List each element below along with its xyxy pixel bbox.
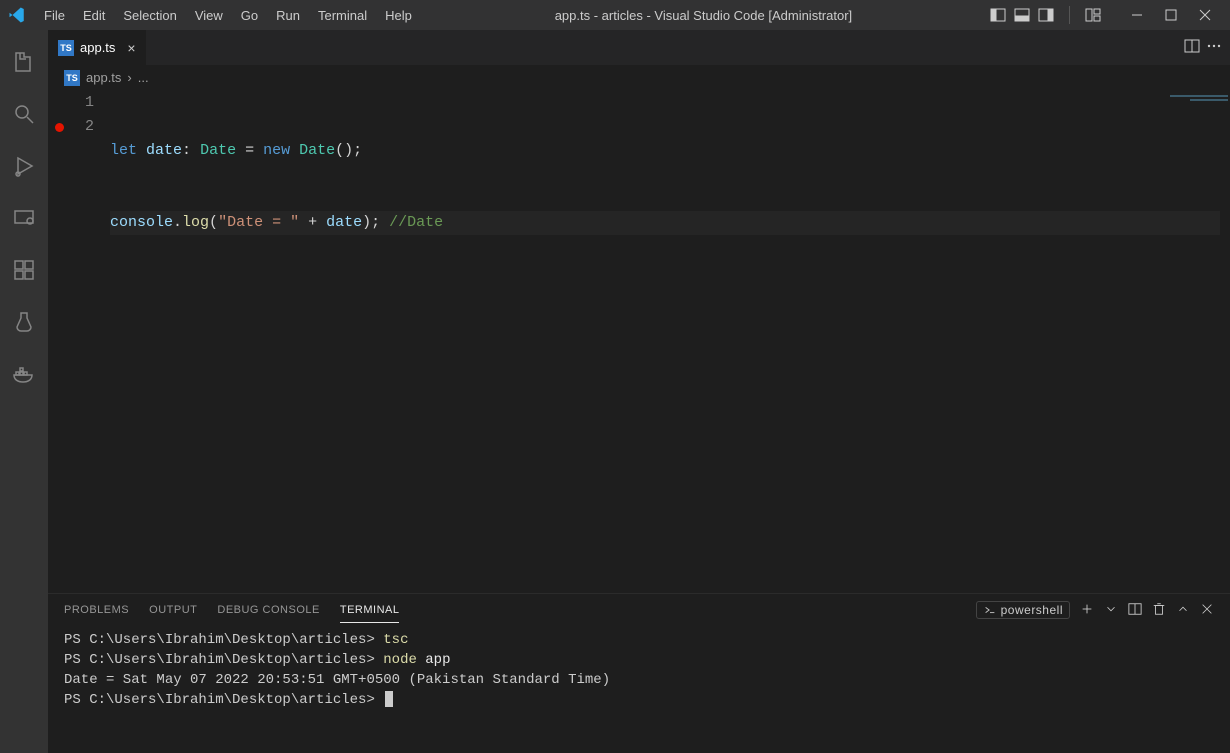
code-content[interactable]: let date: Date = new Date(); console.log… xyxy=(110,91,1230,593)
breakpoint-line-1[interactable] xyxy=(48,91,70,115)
breadcrumb-file: app.ts xyxy=(86,70,121,85)
split-editor-icon[interactable] xyxy=(1184,38,1200,57)
terminal-line: PS C:\Users\Ibrahim\Desktop\articles> xyxy=(64,690,1214,710)
menu-help[interactable]: Help xyxy=(377,4,420,27)
run-debug-icon[interactable] xyxy=(0,142,48,190)
panel-tabs: PROBLEMS OUTPUT DEBUG CONSOLE TERMINAL p… xyxy=(48,594,1230,626)
shell-label: powershell xyxy=(1001,603,1063,617)
more-actions-icon[interactable] xyxy=(1206,38,1222,57)
split-terminal-icon[interactable] xyxy=(1128,602,1142,619)
code-line-1[interactable]: let date: Date = new Date(); xyxy=(110,139,1220,163)
tab-app-ts[interactable]: TS app.ts × xyxy=(48,30,147,65)
layout-right-icon[interactable] xyxy=(1035,4,1057,26)
extensions-icon[interactable] xyxy=(0,246,48,294)
menu-edit[interactable]: Edit xyxy=(75,4,113,27)
menu-go[interactable]: Go xyxy=(233,4,266,27)
breakpoint-line-2[interactable] xyxy=(48,115,70,139)
layout-custom-icon[interactable] xyxy=(1082,4,1104,26)
activity-bar xyxy=(0,30,48,753)
title-bar: File Edit Selection View Go Run Terminal… xyxy=(0,0,1230,30)
maximize-panel-icon[interactable] xyxy=(1176,602,1190,619)
window-controls xyxy=(1120,0,1222,30)
layout-left-icon[interactable] xyxy=(987,4,1009,26)
tab-close-icon[interactable]: × xyxy=(127,40,135,56)
tab-debug-console[interactable]: DEBUG CONSOLE xyxy=(217,598,319,622)
terminal-line: PS C:\Users\Ibrahim\Desktop\articles> no… xyxy=(64,650,1214,670)
menu-run[interactable]: Run xyxy=(268,4,308,27)
remote-icon[interactable] xyxy=(0,194,48,242)
menu-terminal[interactable]: Terminal xyxy=(310,4,375,27)
close-panel-icon[interactable] xyxy=(1200,602,1214,619)
menu-bar: File Edit Selection View Go Run Terminal… xyxy=(36,4,420,27)
terminal-line: Date = Sat May 07 2022 20:53:51 GMT+0500… xyxy=(64,670,1214,690)
terminal-content[interactable]: PS C:\Users\Ibrahim\Desktop\articles> ts… xyxy=(48,626,1230,753)
typescript-icon: TS xyxy=(58,40,74,56)
chevron-right-icon: › xyxy=(127,70,131,85)
terminal-split-dropdown-icon[interactable] xyxy=(1104,602,1118,619)
breadcrumb-dots: ... xyxy=(138,70,149,85)
menu-view[interactable]: View xyxy=(187,4,231,27)
main-area: TS app.ts × TS app.ts › ... 1 2 xyxy=(0,30,1230,753)
layout-bottom-icon[interactable] xyxy=(1011,4,1033,26)
terminal-line: PS C:\Users\Ibrahim\Desktop\articles> ts… xyxy=(64,630,1214,650)
line-number-gutter: 1 2 xyxy=(70,91,110,593)
line-number: 1 xyxy=(70,91,94,115)
code-editor[interactable]: 1 2 let date: Date = new Date(); console… xyxy=(48,91,1230,593)
menu-selection[interactable]: Selection xyxy=(115,4,184,27)
breakpoint-gutter[interactable] xyxy=(48,91,70,593)
minimize-button[interactable] xyxy=(1120,0,1154,30)
bottom-panel: PROBLEMS OUTPUT DEBUG CONSOLE TERMINAL p… xyxy=(48,593,1230,753)
code-line-2[interactable]: console.log("Date = " + date); //Date xyxy=(110,211,1220,235)
breadcrumb[interactable]: TS app.ts › ... xyxy=(48,65,1230,91)
separator xyxy=(1069,6,1070,24)
window-title: app.ts - articles - Visual Studio Code [… xyxy=(420,8,987,23)
maximize-button[interactable] xyxy=(1154,0,1188,30)
close-button[interactable] xyxy=(1188,0,1222,30)
editor-region: TS app.ts × TS app.ts › ... 1 2 xyxy=(48,30,1230,753)
typescript-icon: TS xyxy=(64,70,80,86)
tab-problems[interactable]: PROBLEMS xyxy=(64,598,129,622)
terminal-cursor xyxy=(385,691,393,707)
testing-icon[interactable] xyxy=(0,298,48,346)
docker-icon[interactable] xyxy=(0,350,48,398)
new-terminal-icon[interactable] xyxy=(1080,602,1094,619)
tab-terminal[interactable]: TERMINAL xyxy=(340,598,400,623)
line-number: 2 xyxy=(70,115,94,139)
tab-bar: TS app.ts × xyxy=(48,30,1230,65)
layout-buttons xyxy=(987,4,1057,26)
tab-label: app.ts xyxy=(80,40,115,55)
explorer-icon[interactable] xyxy=(0,38,48,86)
search-icon[interactable] xyxy=(0,90,48,138)
minimap[interactable] xyxy=(1130,91,1230,593)
terminal-shell-selector[interactable]: powershell xyxy=(976,601,1070,619)
menu-file[interactable]: File xyxy=(36,4,73,27)
tab-output[interactable]: OUTPUT xyxy=(149,598,197,622)
vscode-logo-icon xyxy=(8,6,26,24)
kill-terminal-icon[interactable] xyxy=(1152,602,1166,619)
